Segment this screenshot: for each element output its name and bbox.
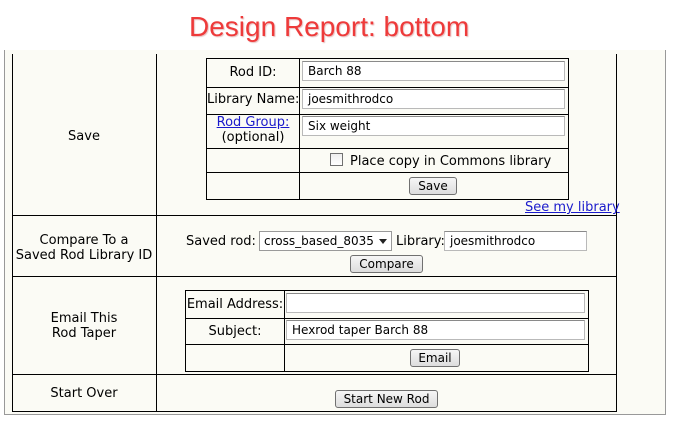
compare-section-label-1: Compare To a	[39, 233, 129, 248]
commons-checkbox-label: Place copy in Commons library	[350, 154, 552, 169]
subject-input[interactable]: Hexrod taper Barch 88	[286, 320, 585, 340]
email-section-label-2: Rod Taper	[51, 326, 117, 341]
save-section-label: Save	[68, 129, 100, 144]
compare-library-input[interactable]: joesmithrodco	[444, 231, 587, 251]
row-divider	[12, 215, 617, 216]
saved-rod-selected-value: cross_based_8035	[264, 234, 374, 248]
chevron-down-icon	[379, 239, 387, 244]
compare-section-label-2: Saved Rod Library ID	[15, 248, 153, 263]
email-address-label: Email Address:	[186, 297, 284, 312]
commons-checkbox[interactable]	[330, 153, 343, 166]
see-my-library-link[interactable]: See my library	[525, 200, 620, 215]
saved-rod-label: Saved rod:	[186, 234, 256, 249]
email-section-label-1: Email This	[50, 311, 118, 326]
rod-group-link[interactable]: Rod Group:	[217, 115, 290, 130]
start-new-rod-button[interactable]: Start New Rod	[335, 390, 438, 408]
see-library-cell: See my library	[525, 200, 620, 215]
subject-label: Subject:	[208, 324, 262, 339]
email-button[interactable]: Email	[410, 349, 460, 367]
start-over-label: Start Over	[50, 386, 118, 401]
page-title: Design Report: bottom	[189, 11, 470, 42]
row-divider	[12, 276, 617, 277]
saved-rod-select[interactable]: cross_based_8035	[259, 231, 392, 251]
save-button[interactable]: Save	[409, 177, 457, 195]
compare-button[interactable]: Compare	[350, 255, 423, 273]
rod-id-label: Rod ID:	[229, 65, 277, 80]
rod-group-optional: (optional)	[221, 130, 285, 145]
column-divider	[156, 54, 157, 412]
rod-id-input[interactable]: Barch 88	[302, 61, 565, 81]
library-label: Library:	[396, 234, 445, 249]
row-divider	[12, 374, 617, 375]
email-address-input[interactable]	[286, 293, 585, 313]
rod-group-link-cell: Rod Group:	[207, 115, 299, 130]
rod-group-input[interactable]: Six weight	[302, 116, 565, 136]
library-name-input[interactable]: joesmithrodco	[302, 89, 565, 109]
library-name-label: Library Name:	[207, 92, 300, 107]
